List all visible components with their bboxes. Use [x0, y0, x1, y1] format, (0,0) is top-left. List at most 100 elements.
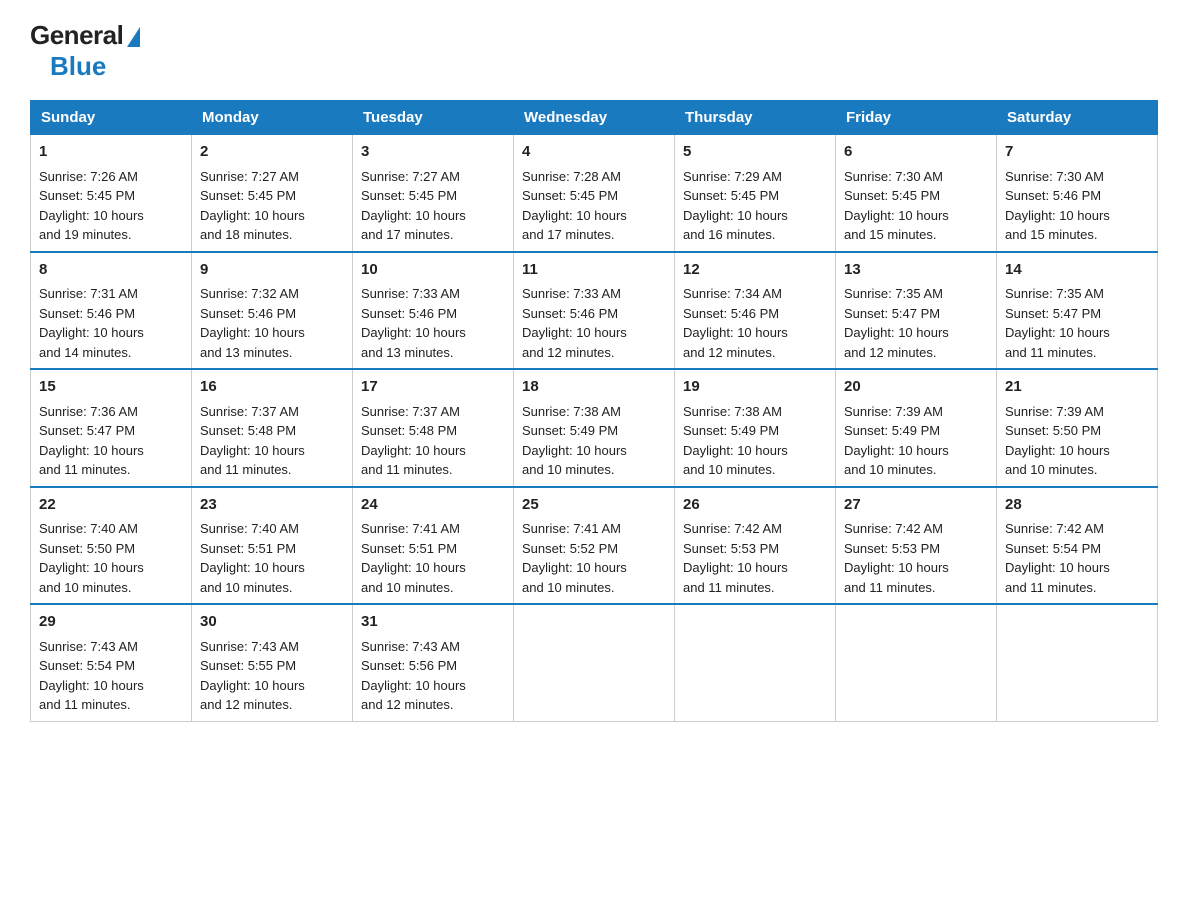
header-thursday: Thursday: [675, 101, 836, 135]
header-friday: Friday: [836, 101, 997, 135]
day-number: 19: [683, 376, 827, 399]
calendar-cell: 2 Sunrise: 7:27 AM Sunset: 5:45 PM Daylig…: [192, 135, 353, 252]
calendar-cell: 26Sunrise: 7:42 AM Sunset: 5:53 PM Dayli…: [675, 487, 836, 605]
day-number: 30: [200, 611, 344, 634]
day-number: 9: [200, 259, 344, 282]
day-number: 14: [1005, 259, 1149, 282]
day-number: 1: [39, 141, 183, 164]
day-number: 7: [1005, 141, 1149, 164]
day-number: 11: [522, 259, 666, 282]
day-number: 18: [522, 376, 666, 399]
calendar-cell: [836, 604, 997, 721]
day-info: Sunrise: 7:35 AM Sunset: 5:47 PM Dayligh…: [1005, 284, 1149, 362]
day-info: Sunrise: 7:27 AM Sunset: 5:45 PM Dayligh…: [361, 167, 505, 245]
calendar-table: SundayMondayTuesdayWednesdayThursdayFrid…: [30, 100, 1158, 722]
day-info: Sunrise: 7:40 AM Sunset: 5:51 PM Dayligh…: [200, 519, 344, 597]
day-number: 15: [39, 376, 183, 399]
day-number: 24: [361, 494, 505, 517]
day-number: 2: [200, 141, 344, 164]
logo-blue-text: Blue: [50, 51, 106, 82]
logo: General Blue: [30, 20, 140, 82]
calendar-cell: 13Sunrise: 7:35 AM Sunset: 5:47 PM Dayli…: [836, 252, 997, 370]
page-header: General Blue: [30, 20, 1158, 82]
header-sunday: Sunday: [31, 101, 192, 135]
day-info: Sunrise: 7:43 AM Sunset: 5:55 PM Dayligh…: [200, 637, 344, 715]
day-info: Sunrise: 7:27 AM Sunset: 5:45 PM Dayligh…: [200, 167, 344, 245]
day-number: 23: [200, 494, 344, 517]
day-number: 17: [361, 376, 505, 399]
week-row-5: 29 Sunrise: 7:43 AM Sunset: 5:54 PM Dayli…: [31, 604, 1158, 721]
day-info: Sunrise: 7:39 AM Sunset: 5:49 PM Dayligh…: [844, 402, 988, 480]
day-info: Sunrise: 7:30 AM Sunset: 5:45 PM Dayligh…: [844, 167, 988, 245]
calendar-cell: 20 Sunrise: 7:39 AM Sunset: 5:49 PM Dayli…: [836, 369, 997, 487]
day-info: Sunrise: 7:43 AM Sunset: 5:56 PM Dayligh…: [361, 637, 505, 715]
day-info: Sunrise: 7:32 AM Sunset: 5:46 PM Dayligh…: [200, 284, 344, 362]
day-info: Sunrise: 7:42 AM Sunset: 5:54 PM Dayligh…: [1005, 519, 1149, 597]
day-number: 12: [683, 259, 827, 282]
day-info: Sunrise: 7:28 AM Sunset: 5:45 PM Dayligh…: [522, 167, 666, 245]
day-info: Sunrise: 7:42 AM Sunset: 5:53 PM Dayligh…: [844, 519, 988, 597]
day-info: Sunrise: 7:30 AM Sunset: 5:46 PM Dayligh…: [1005, 167, 1149, 245]
day-info: Sunrise: 7:37 AM Sunset: 5:48 PM Dayligh…: [361, 402, 505, 480]
day-number: 4: [522, 141, 666, 164]
day-number: 6: [844, 141, 988, 164]
day-number: 25: [522, 494, 666, 517]
calendar-cell: 14Sunrise: 7:35 AM Sunset: 5:47 PM Dayli…: [997, 252, 1158, 370]
day-number: 16: [200, 376, 344, 399]
calendar-cell: 11Sunrise: 7:33 AM Sunset: 5:46 PM Dayli…: [514, 252, 675, 370]
day-number: 22: [39, 494, 183, 517]
day-number: 27: [844, 494, 988, 517]
day-info: Sunrise: 7:31 AM Sunset: 5:46 PM Dayligh…: [39, 284, 183, 362]
calendar-cell: 12Sunrise: 7:34 AM Sunset: 5:46 PM Dayli…: [675, 252, 836, 370]
calendar-cell: 23Sunrise: 7:40 AM Sunset: 5:51 PM Dayli…: [192, 487, 353, 605]
calendar-cell: [675, 604, 836, 721]
day-number: 21: [1005, 376, 1149, 399]
logo-general-text: General: [30, 20, 140, 51]
calendar-cell: 8Sunrise: 7:31 AM Sunset: 5:46 PM Daylig…: [31, 252, 192, 370]
calendar-cell: 5Sunrise: 7:29 AM Sunset: 5:45 PM Daylig…: [675, 135, 836, 252]
day-info: Sunrise: 7:40 AM Sunset: 5:50 PM Dayligh…: [39, 519, 183, 597]
calendar-cell: [997, 604, 1158, 721]
calendar-cell: 15 Sunrise: 7:36 AM Sunset: 5:47 PM Dayli…: [31, 369, 192, 487]
calendar-cell: 7 Sunrise: 7:30 AM Sunset: 5:46 PM Daylig…: [997, 135, 1158, 252]
calendar-cell: 6 Sunrise: 7:30 AM Sunset: 5:45 PM Daylig…: [836, 135, 997, 252]
day-info: Sunrise: 7:36 AM Sunset: 5:47 PM Dayligh…: [39, 402, 183, 480]
day-number: 20: [844, 376, 988, 399]
day-number: 8: [39, 259, 183, 282]
day-info: Sunrise: 7:39 AM Sunset: 5:50 PM Dayligh…: [1005, 402, 1149, 480]
day-info: Sunrise: 7:33 AM Sunset: 5:46 PM Dayligh…: [522, 284, 666, 362]
header-wednesday: Wednesday: [514, 101, 675, 135]
day-info: Sunrise: 7:42 AM Sunset: 5:53 PM Dayligh…: [683, 519, 827, 597]
calendar-cell: 21 Sunrise: 7:39 AM Sunset: 5:50 PM Dayli…: [997, 369, 1158, 487]
week-row-1: 1Sunrise: 7:26 AM Sunset: 5:45 PM Daylig…: [31, 135, 1158, 252]
calendar-cell: 29 Sunrise: 7:43 AM Sunset: 5:54 PM Dayli…: [31, 604, 192, 721]
calendar-cell: 10Sunrise: 7:33 AM Sunset: 5:46 PM Dayli…: [353, 252, 514, 370]
logo-triangle-icon: [127, 27, 140, 47]
calendar-cell: 19Sunrise: 7:38 AM Sunset: 5:49 PM Dayli…: [675, 369, 836, 487]
calendar-cell: 3 Sunrise: 7:27 AM Sunset: 5:45 PM Daylig…: [353, 135, 514, 252]
day-info: Sunrise: 7:33 AM Sunset: 5:46 PM Dayligh…: [361, 284, 505, 362]
day-number: 10: [361, 259, 505, 282]
day-number: 3: [361, 141, 505, 164]
calendar-cell: 9Sunrise: 7:32 AM Sunset: 5:46 PM Daylig…: [192, 252, 353, 370]
calendar-cell: 31Sunrise: 7:43 AM Sunset: 5:56 PM Dayli…: [353, 604, 514, 721]
day-info: Sunrise: 7:41 AM Sunset: 5:52 PM Dayligh…: [522, 519, 666, 597]
day-info: Sunrise: 7:43 AM Sunset: 5:54 PM Dayligh…: [39, 637, 183, 715]
day-number: 29: [39, 611, 183, 634]
calendar-cell: 24Sunrise: 7:41 AM Sunset: 5:51 PM Dayli…: [353, 487, 514, 605]
calendar-header-row: SundayMondayTuesdayWednesdayThursdayFrid…: [31, 101, 1158, 135]
day-info: Sunrise: 7:37 AM Sunset: 5:48 PM Dayligh…: [200, 402, 344, 480]
day-info: Sunrise: 7:38 AM Sunset: 5:49 PM Dayligh…: [522, 402, 666, 480]
week-row-3: 15 Sunrise: 7:36 AM Sunset: 5:47 PM Dayli…: [31, 369, 1158, 487]
day-number: 26: [683, 494, 827, 517]
week-row-4: 22Sunrise: 7:40 AM Sunset: 5:50 PM Dayli…: [31, 487, 1158, 605]
header-saturday: Saturday: [997, 101, 1158, 135]
calendar-cell: 28Sunrise: 7:42 AM Sunset: 5:54 PM Dayli…: [997, 487, 1158, 605]
calendar-cell: 27Sunrise: 7:42 AM Sunset: 5:53 PM Dayli…: [836, 487, 997, 605]
header-tuesday: Tuesday: [353, 101, 514, 135]
calendar-cell: [514, 604, 675, 721]
calendar-cell: 22Sunrise: 7:40 AM Sunset: 5:50 PM Dayli…: [31, 487, 192, 605]
day-info: Sunrise: 7:41 AM Sunset: 5:51 PM Dayligh…: [361, 519, 505, 597]
header-monday: Monday: [192, 101, 353, 135]
calendar-cell: 30 Sunrise: 7:43 AM Sunset: 5:55 PM Dayli…: [192, 604, 353, 721]
